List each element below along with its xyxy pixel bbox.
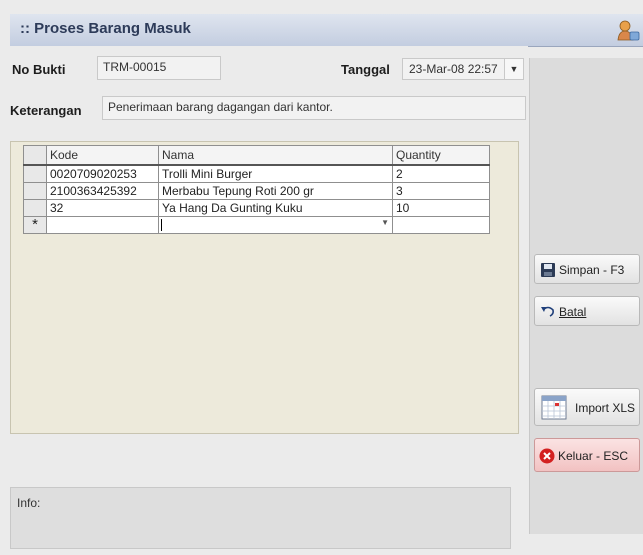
user-icon <box>617 20 640 41</box>
row-selector[interactable] <box>23 199 47 217</box>
no-bukti-label: No Bukti <box>12 62 66 77</box>
action-panel: Simpan - F3 Batal Import XLS Keluar - ES… <box>529 58 643 534</box>
cell-nama[interactable]: Merbabu Tepung Roti 200 gr <box>158 182 393 200</box>
keluar-button[interactable]: Keluar - ESC <box>534 438 640 472</box>
import-xls-label: Import XLS <box>575 401 636 415</box>
keluar-label: Keluar - ESC <box>558 449 629 463</box>
chevron-down-icon: ▼ <box>509 64 519 74</box>
window-titlebar: :: Proses Barang Masuk <box>10 14 643 47</box>
keterangan-label: Keterangan <box>10 103 82 118</box>
import-xls-button[interactable]: Import XLS <box>534 388 640 426</box>
cell-nama[interactable]: Ya Hang Da Gunting Kuku <box>158 199 393 217</box>
batal-label: Batal <box>559 305 587 319</box>
info-panel: Info: <box>10 487 511 549</box>
window-title: :: Proses Barang Masuk <box>20 20 191 37</box>
simpan-button[interactable]: Simpan - F3 <box>534 254 640 284</box>
form-panel: No Bukti TRM-00015 Tanggal 23-Mar-08 22:… <box>10 46 528 538</box>
batal-button[interactable]: Batal <box>534 296 640 326</box>
table-row[interactable]: 2100363425392 Merbabu Tepung Roti 200 gr… <box>23 182 490 200</box>
row-selector[interactable] <box>23 164 47 183</box>
simpan-label: Simpan - F3 <box>559 263 625 277</box>
save-icon <box>541 263 555 277</box>
cell-kode[interactable]: 2100363425392 <box>46 182 159 200</box>
undo-icon <box>541 306 554 317</box>
tanggal-field[interactable]: 23-Mar-08 22:57 <box>402 58 516 80</box>
tanggal-label: Tanggal <box>341 62 390 77</box>
new-row[interactable]: * ▼ <box>23 216 490 234</box>
grid-header-quantity[interactable]: Quantity <box>392 145 490 166</box>
new-cell-kode[interactable] <box>46 216 159 234</box>
no-bukti-field[interactable]: TRM-00015 <box>97 56 221 80</box>
cell-kode[interactable]: 32 <box>46 199 159 217</box>
tanggal-dropdown-button[interactable]: ▼ <box>504 58 524 80</box>
grid-header-row: Kode Nama Quantity <box>23 145 490 166</box>
grid-header-kode[interactable]: Kode <box>46 145 159 166</box>
new-cell-nama[interactable]: ▼ <box>158 216 393 234</box>
new-row-marker: * <box>23 216 47 234</box>
row-selector[interactable] <box>23 182 47 200</box>
cell-kode[interactable]: 0020709020253 <box>46 164 159 183</box>
table-row[interactable]: 0020709020253 Trolli Mini Burger 2 <box>23 164 490 183</box>
grid-header-nama[interactable]: Nama <box>158 145 393 166</box>
cell-nama[interactable]: Trolli Mini Burger <box>158 164 393 183</box>
cell-quantity[interactable]: 2 <box>392 164 490 183</box>
close-icon <box>539 448 555 464</box>
new-cell-quantity[interactable] <box>392 216 490 234</box>
info-label: Info: <box>17 496 41 510</box>
items-grid-area: Kode Nama Quantity 0020709020253 Trolli … <box>10 141 519 434</box>
chevron-down-icon[interactable]: ▼ <box>381 218 389 227</box>
text-cursor <box>161 219 162 231</box>
table-row[interactable]: 32 Ya Hang Da Gunting Kuku 10 <box>23 199 490 217</box>
cell-quantity[interactable]: 3 <box>392 182 490 200</box>
calendar-icon <box>541 395 567 420</box>
cell-quantity[interactable]: 10 <box>392 199 490 217</box>
items-grid: Kode Nama Quantity 0020709020253 Trolli … <box>23 145 490 234</box>
keterangan-field[interactable]: Penerimaan barang dagangan dari kantor. <box>102 96 526 120</box>
grid-header-selector <box>23 145 47 166</box>
